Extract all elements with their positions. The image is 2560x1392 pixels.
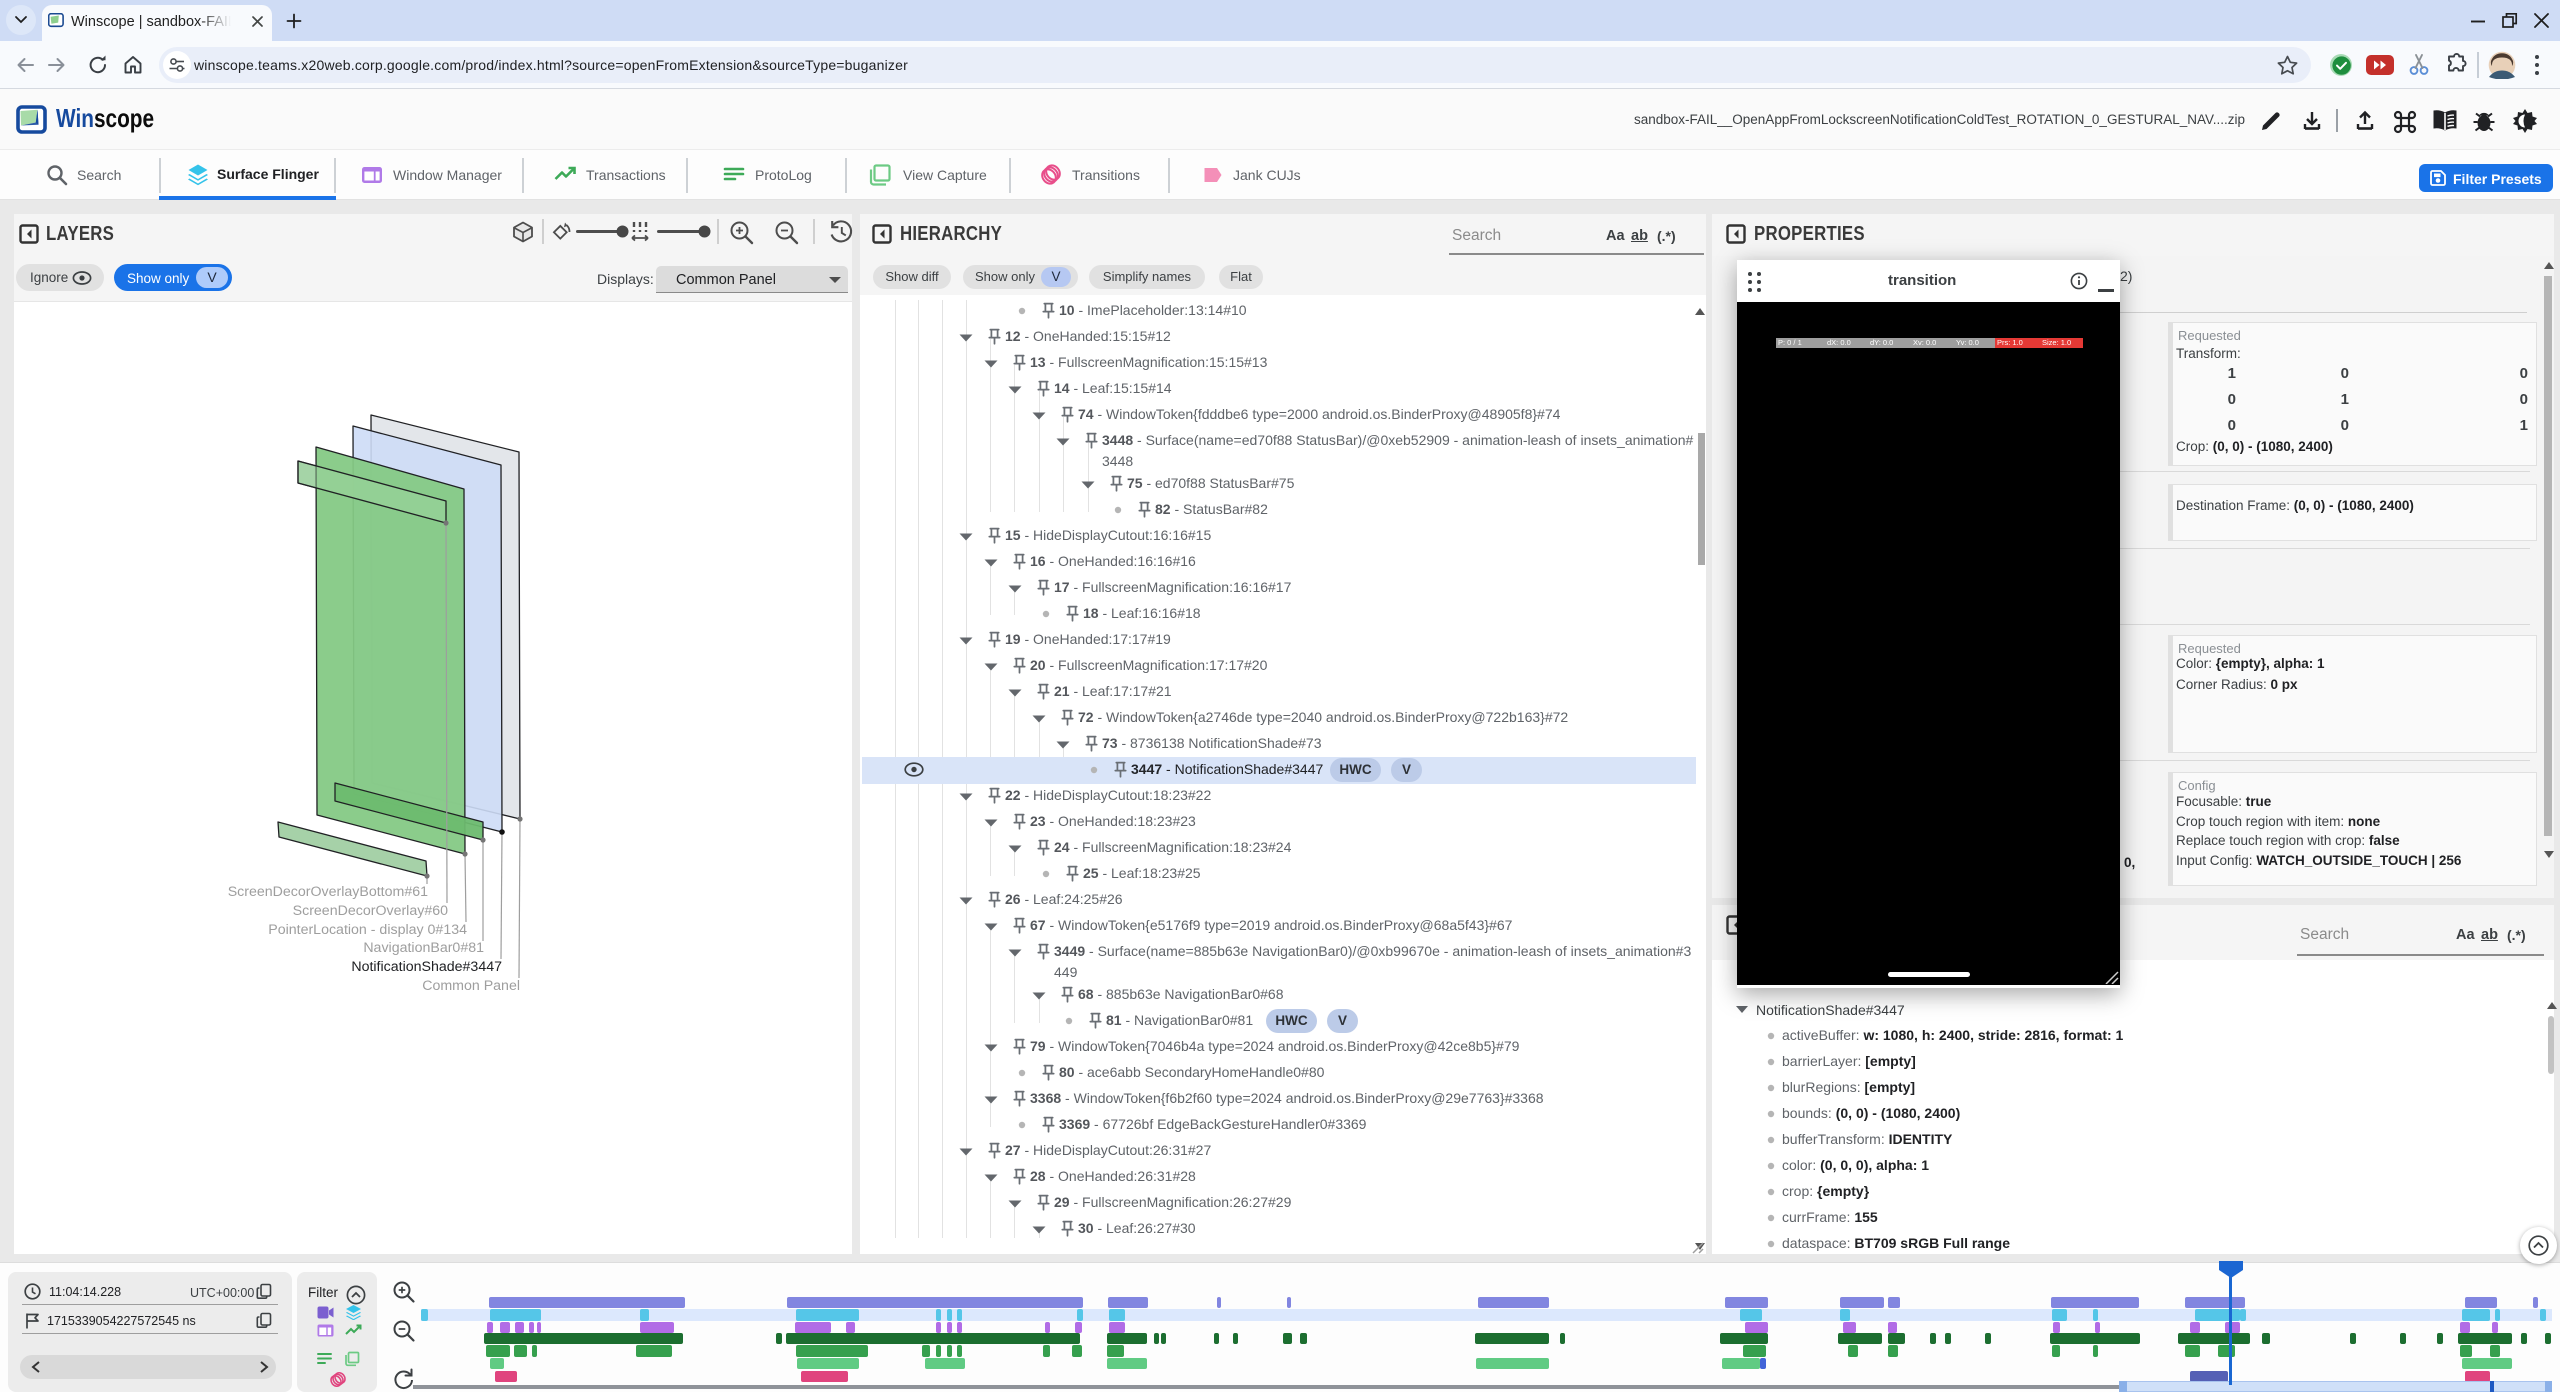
svg-text:ScreenDecorOverlay#60: ScreenDecorOverlay#60 [293,903,448,919]
svg-text:ScreenDecorOverlayBottom#61: ScreenDecorOverlayBottom#61 [228,884,428,900]
svg-text:NavigationBar0#81: NavigationBar0#81 [363,940,484,956]
svg-text:Common Panel: Common Panel [422,978,520,994]
svg-text:PointerLocation - display 0#13: PointerLocation - display 0#134 [268,922,467,938]
svg-text:NotificationShade#3447: NotificationShade#3447 [351,959,502,975]
